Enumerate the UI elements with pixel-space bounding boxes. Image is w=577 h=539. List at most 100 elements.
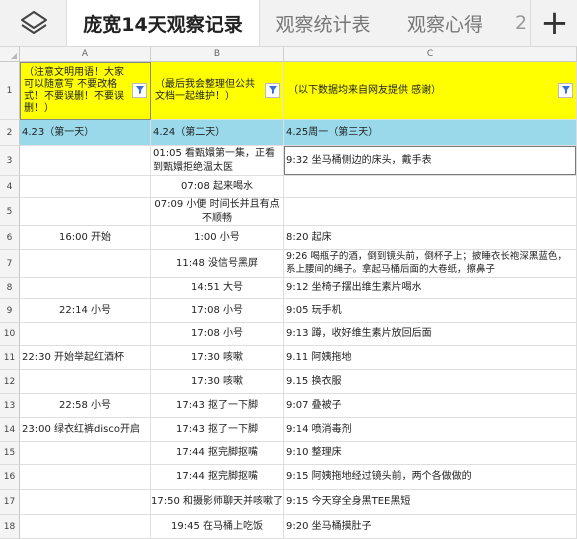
table-row: 16 17:44 抠完脚抠嘴 9:15 阿姨拖地经过镜头前，两个各做做的	[0, 465, 577, 490]
cell-a[interactable]	[20, 442, 151, 465]
cell-c[interactable]: 9:05 玩手机	[284, 299, 577, 323]
cell-a[interactable]	[20, 370, 151, 394]
filter-icon[interactable]	[265, 82, 280, 98]
tab-partial[interactable]: 2	[512, 0, 530, 46]
cell-c[interactable]: 9:14 喷消毒剂	[284, 418, 577, 442]
cell-c[interactable]: 9:32 坐马桶侧边的床头，戴手表	[284, 146, 577, 176]
tab-notes[interactable]: 观察心得	[390, 0, 500, 46]
cell-b[interactable]: 07:09 小便 时间长并且有点不顺畅	[151, 198, 284, 226]
row-number[interactable]: 12	[0, 370, 20, 394]
column-header-b[interactable]: B	[151, 47, 284, 62]
column-header-c[interactable]: C	[284, 47, 577, 62]
cell-c[interactable]: 9:12 坐椅子摆出维生素片喝水	[284, 278, 577, 299]
table-row: 12 17:30 咳嗽 9.15 换衣服	[0, 370, 577, 394]
cell-a[interactable]	[20, 490, 151, 515]
corner-triangle-icon	[11, 53, 17, 59]
header-cell-c[interactable]: （以下数据均来自网友提供 感谢）	[284, 62, 577, 120]
row-number[interactable]: 3	[0, 146, 20, 176]
cell-a[interactable]	[20, 176, 151, 198]
table-row: 5 07:09 小便 时间长并且有点不顺畅	[0, 198, 577, 226]
cell-c[interactable]: 9.11 阿姨拖地	[284, 346, 577, 370]
cell-a[interactable]	[20, 323, 151, 346]
cell-a[interactable]: 22:30 开始举起红酒杯	[20, 346, 151, 370]
row-number[interactable]: 17	[0, 490, 20, 515]
cell-a[interactable]: 23:00 绿衣红裤disco开启	[20, 418, 151, 442]
cell-b[interactable]: 17:30 咳嗽	[151, 370, 284, 394]
cell-b[interactable]: 17:30 咳嗽	[151, 346, 284, 370]
row-number[interactable]: 15	[0, 442, 20, 465]
cell-b[interactable]: 17:08 小号	[151, 323, 284, 346]
cell-b[interactable]: 17:50 和摄影师聊天并咳嗽了	[151, 490, 284, 515]
table-row: 13 22:58 小号 17:43 抠了一下脚 9:07 叠被子	[0, 394, 577, 418]
filter-icon[interactable]	[558, 82, 573, 98]
cell-a[interactable]	[20, 250, 151, 278]
cell-a[interactable]	[20, 198, 151, 226]
table-row: 4 07:08 起来喝水	[0, 176, 577, 198]
tab-observation-record[interactable]: 庞宽14天观察记录	[66, 0, 260, 46]
cell-c[interactable]: 8:20 起床	[284, 226, 577, 250]
add-sheet-button[interactable]: +	[530, 0, 577, 46]
tab-statistics[interactable]: 观察统计表	[262, 0, 384, 46]
row-number[interactable]: 9	[0, 299, 20, 323]
table-row: 7 11:48 没信号黑屏 9:26 喝瓶子的酒，倒到镜头前，倒杯子上；披睡衣长…	[0, 250, 577, 278]
table-row: 15 17:44 抠完脚抠嘴 9:10 整理床	[0, 442, 577, 465]
row-number[interactable]: 10	[0, 323, 20, 346]
row-number[interactable]: 14	[0, 418, 20, 442]
table-row: 1 （注意文明用语！大家可以随意写 不要改格式！不要误删！不要误删！） （最后我…	[0, 62, 577, 120]
header-note-a: （注意文明用语！大家可以随意写 不要改格式！不要误删！不要误删！）	[24, 66, 124, 114]
row-number[interactable]: 18	[0, 515, 20, 539]
date-cell-a[interactable]: 4.23（第一天）	[20, 120, 151, 146]
header-note-b: （最后我会整理但公共文档一起维护！）	[155, 78, 255, 102]
row-number[interactable]: 16	[0, 465, 20, 490]
row-number[interactable]: 6	[0, 226, 20, 250]
table-row: 6 16:00 开始 1:00 小号 8:20 起床	[0, 226, 577, 250]
select-all-corner[interactable]	[0, 47, 20, 62]
column-header-a[interactable]: A	[20, 47, 151, 62]
layers-icon[interactable]	[14, 7, 54, 39]
cell-a[interactable]: 22:14 小号	[20, 299, 151, 323]
cell-c[interactable]: 9:15 今天穿全身黑TEE黑短	[284, 490, 577, 515]
cell-a[interactable]	[20, 515, 151, 539]
cell-c[interactable]	[284, 198, 577, 226]
cell-b[interactable]: 07:08 起来喝水	[151, 176, 284, 198]
header-cell-b[interactable]: （最后我会整理但公共文档一起维护！）	[151, 62, 284, 120]
row-number[interactable]: 1	[0, 62, 20, 120]
cell-b[interactable]: 17:08 小号	[151, 299, 284, 323]
row-number[interactable]: 11	[0, 346, 20, 370]
filter-icon[interactable]	[132, 82, 147, 98]
cell-b[interactable]: 14:51 大号	[151, 278, 284, 299]
cell-b[interactable]: 1:00 小号	[151, 226, 284, 250]
cell-b[interactable]: 11:48 没信号黑屏	[151, 250, 284, 278]
cell-c[interactable]	[284, 176, 577, 198]
cell-a[interactable]	[20, 465, 151, 490]
cell-b[interactable]: 17:44 抠完脚抠嘴	[151, 465, 284, 490]
header-cell-a[interactable]: （注意文明用语！大家可以随意写 不要改格式！不要误删！不要误删！）	[20, 62, 151, 120]
cell-b[interactable]: 17:43 抠了一下脚	[151, 394, 284, 418]
cell-c[interactable]: 9:26 喝瓶子的酒，倒到镜头前，倒杯子上；披睡衣长袍深黑蓝色，系上腰间的绳子。…	[284, 250, 577, 278]
cell-c[interactable]: 9.15 换衣服	[284, 370, 577, 394]
date-cell-b[interactable]: 4.24（第二天）	[151, 120, 284, 146]
cell-b[interactable]: 19:45 在马桶上吃饭	[151, 515, 284, 539]
cell-c[interactable]: 9:20 坐马桶摸肚子	[284, 515, 577, 539]
table-row: 9 22:14 小号 17:08 小号 9:05 玩手机	[0, 299, 577, 323]
row-number[interactable]: 2	[0, 120, 20, 146]
cell-c[interactable]: 9:15 阿姨拖地经过镜头前，两个各做做的	[284, 465, 577, 490]
cell-b[interactable]: 17:44 抠完脚抠嘴	[151, 442, 284, 465]
date-cell-c[interactable]: 4.25周一（第三天）	[284, 120, 577, 146]
sheet-tab-bar: 庞宽14天观察记录 观察统计表 观察心得 2 +	[0, 0, 577, 47]
row-number[interactable]: 7	[0, 250, 20, 278]
row-number[interactable]: 5	[0, 198, 20, 226]
cell-a[interactable]	[20, 146, 151, 176]
cell-b[interactable]: 01:05 看甄嬛第一集，正看到甄嬛拒绝温太医	[151, 146, 284, 176]
cell-c[interactable]: 9:10 整理床	[284, 442, 577, 465]
cell-b[interactable]: 17:43 抠了一下脚	[151, 418, 284, 442]
row-number[interactable]: 13	[0, 394, 20, 418]
cell-c[interactable]: 9:07 叠被子	[284, 394, 577, 418]
cell-a[interactable]	[20, 278, 151, 299]
cell-a[interactable]: 16:00 开始	[20, 226, 151, 250]
cell-c[interactable]: 9:13 蹲，收好维生素片放回后面	[284, 323, 577, 346]
row-number[interactable]: 8	[0, 278, 20, 299]
table-row: 18 19:45 在马桶上吃饭 9:20 坐马桶摸肚子	[0, 515, 577, 539]
row-number[interactable]: 4	[0, 176, 20, 198]
cell-a[interactable]: 22:58 小号	[20, 394, 151, 418]
